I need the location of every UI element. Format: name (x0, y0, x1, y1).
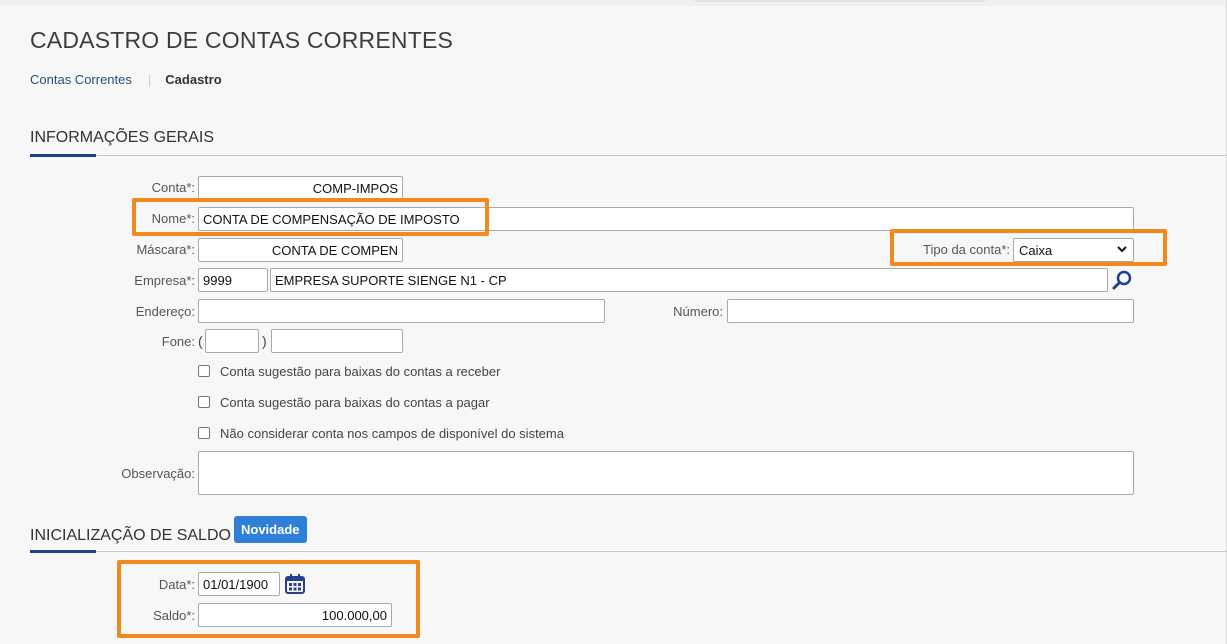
checkbox-label: Conta sugestão para baixas do contas a p… (220, 395, 490, 410)
empresa-label: Empresa*: (134, 273, 195, 288)
data-label: Data*: (158, 577, 195, 592)
section-divider-general (30, 155, 1227, 156)
search-icon[interactable] (1110, 268, 1134, 292)
checkbox-box[interactable] (198, 427, 210, 439)
fone-number-input[interactable] (271, 329, 403, 353)
fone-close-paren: ) (262, 333, 267, 349)
endereco-input[interactable] (198, 299, 605, 323)
checkbox-box[interactable] (198, 396, 210, 408)
saldo-label: Saldo*: (153, 608, 195, 623)
nome-input[interactable] (198, 207, 1134, 231)
checkbox-box[interactable] (198, 365, 210, 377)
top-search-strip (695, 0, 985, 2)
chevron-down-icon (1117, 246, 1127, 253)
tipo-conta-label: Tipo da conta*: (923, 242, 1010, 257)
tipo-conta-select[interactable]: Caixa (1013, 238, 1134, 262)
checkbox-label: Conta sugestão para baixas do contas a r… (220, 364, 501, 379)
mascara-input[interactable] (198, 238, 403, 262)
empresa-name-input[interactable] (270, 268, 1108, 292)
conta-label: Conta*: (151, 180, 195, 195)
checkbox-label: Não considerar conta nos campos de dispo… (220, 426, 564, 441)
breadcrumb-separator: | (147, 72, 152, 87)
nome-label: Nome*: (151, 211, 195, 226)
fone-ddd-input[interactable] (205, 329, 259, 353)
section-accent-general (30, 154, 96, 157)
calendar-icon[interactable] (283, 572, 307, 596)
breadcrumb: Contas Correntes | Cadastro (30, 72, 222, 87)
top-bar (0, 0, 1227, 6)
section-title-balance: INICIALIZAÇÃO DE SALDO (30, 527, 231, 544)
mascara-label: Máscara*: (136, 242, 195, 257)
tipo-conta-value: Caixa (1019, 243, 1053, 258)
page-title: CADASTRO DE CONTAS CORRENTES (30, 27, 454, 53)
conta-input[interactable] (198, 176, 403, 200)
breadcrumb-link-contas-correntes[interactable]: Contas Correntes (30, 72, 132, 87)
endereco-label: Endereço: (135, 304, 195, 319)
novidade-badge: Novidade (234, 516, 307, 543)
saldo-input[interactable] (198, 603, 392, 627)
section-accent-balance (30, 550, 96, 553)
fone-label: Fone: (161, 334, 195, 349)
numero-label: Número: (673, 304, 723, 319)
fone-open-paren: ( (198, 333, 203, 349)
observacao-textarea[interactable] (198, 451, 1134, 495)
section-divider-balance (30, 551, 1227, 552)
section-title-general: INFORMAÇÕES GERAIS (30, 129, 215, 146)
empresa-code-input[interactable] (198, 268, 268, 292)
breadcrumb-current: Cadastro (165, 72, 222, 87)
observacao-label: Observação: (121, 466, 195, 481)
data-input[interactable] (198, 572, 280, 596)
numero-input[interactable] (727, 299, 1134, 323)
